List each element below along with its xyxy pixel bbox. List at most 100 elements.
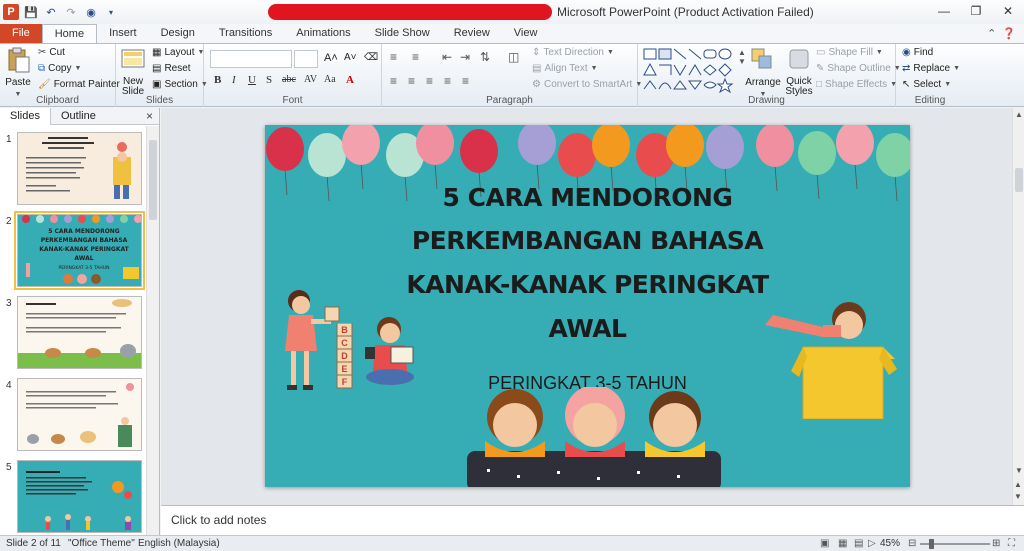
shrink-font-icon[interactable]: A˅ xyxy=(344,52,357,63)
slide-thumbnail[interactable] xyxy=(17,378,142,451)
align-left-icon[interactable]: ≡ xyxy=(390,74,397,88)
text-direction-button[interactable]: ⇕ Text Direction ▼ xyxy=(532,47,614,58)
fit-slide-icon[interactable]: ⛶ xyxy=(1008,538,1015,549)
previous-slide-icon[interactable]: ▲ xyxy=(1014,480,1022,489)
character-spacing-icon[interactable]: AV xyxy=(304,74,317,85)
minimize-ribbon-icon[interactable]: ⌃ xyxy=(987,27,996,40)
tab-slide-show[interactable]: Slide Show xyxy=(363,24,442,43)
undo-icon[interactable]: ↶ xyxy=(43,4,59,20)
change-case-icon[interactable]: Aa xyxy=(324,74,336,85)
next-slide-icon[interactable]: ▼ xyxy=(1014,492,1022,501)
three-kids-illustration[interactable] xyxy=(457,387,727,487)
powerpoint-app-icon[interactable]: P xyxy=(3,4,19,20)
thumbnail-row[interactable]: 4 xyxy=(0,378,145,454)
grow-font-icon[interactable]: A˄ xyxy=(324,52,338,64)
shape-effects-button[interactable]: □ Shape Effects ▼ xyxy=(816,79,897,90)
tab-insert[interactable]: Insert xyxy=(97,24,149,43)
section-button[interactable]: ▣ Section ▼ xyxy=(152,79,208,90)
thumbnail-scrollbar[interactable] xyxy=(146,126,159,535)
close-pane-icon[interactable]: × xyxy=(146,109,153,123)
zoom-out-icon[interactable]: ⊟ xyxy=(908,538,916,549)
save-icon[interactable]: 💾 xyxy=(23,4,39,20)
thumbnail-row[interactable]: 5 xyxy=(0,460,145,535)
align-right-icon[interactable]: ≡ xyxy=(426,74,433,88)
decrease-indent-icon[interactable]: ⇤ xyxy=(442,50,452,64)
current-slide[interactable]: 5 CARA MENDORONG PERKEMBANGAN BAHASA KAN… xyxy=(265,125,910,487)
scrollbar-thumb[interactable] xyxy=(1015,168,1023,192)
clear-formatting-icon[interactable]: ⌫ xyxy=(364,52,378,63)
scrollbar-thumb[interactable] xyxy=(149,140,157,220)
arrange-button[interactable]: Arrange ▼ xyxy=(745,46,781,98)
shape-fill-button[interactable]: ▭ Shape Fill ▼ xyxy=(816,47,883,58)
notes-placeholder[interactable]: Click to add notes xyxy=(171,513,266,527)
zoom-slider-handle[interactable] xyxy=(929,539,934,549)
zoom-in-icon[interactable]: ⊞ xyxy=(992,538,1000,549)
scroll-up-icon[interactable]: ▲ xyxy=(1015,110,1023,119)
tab-slides-pane[interactable]: Slides xyxy=(0,107,51,125)
tab-view[interactable]: View xyxy=(502,24,550,43)
line-spacing-icon[interactable]: ⇅ xyxy=(480,50,490,64)
new-slide-button[interactable]: New Slide xyxy=(119,46,147,97)
maximize-icon[interactable]: ❐ xyxy=(960,0,992,22)
thumbnail-row[interactable]: 1 xyxy=(0,132,145,208)
replace-button[interactable]: ⇄ Replace ▼ xyxy=(902,63,960,74)
shapes-more-icon[interactable]: ▲ ▼ xyxy=(738,48,746,66)
font-size-input[interactable] xyxy=(294,50,318,68)
format-painter-button[interactable]: 🖌 Format Painter xyxy=(38,79,120,90)
notes-pane[interactable]: Click to add notes xyxy=(161,505,1024,535)
thumbnail-row[interactable]: 3 xyxy=(0,296,145,372)
slide-title-line-3[interactable]: KANAK-KANAK PERINGKAT xyxy=(265,270,910,299)
slide-sorter-icon[interactable]: ▦ xyxy=(838,538,847,549)
reading-view-icon[interactable]: ▤ xyxy=(854,538,863,549)
help-icon[interactable]: ❓ xyxy=(1002,27,1016,40)
shadow-icon[interactable]: S xyxy=(266,74,272,86)
slide-title-line-1[interactable]: 5 CARA MENDORONG xyxy=(265,183,910,212)
underline-icon[interactable]: U xyxy=(248,74,256,86)
paste-button[interactable]: Paste ▼ xyxy=(4,46,32,98)
normal-view-icon[interactable]: ▣ xyxy=(820,538,829,549)
slide-thumbnail[interactable] xyxy=(17,460,142,533)
slide-thumbnail[interactable] xyxy=(17,296,142,369)
editor-scrollbar[interactable]: ▲ ▼ ▲ ▼ xyxy=(1012,108,1024,505)
strikethrough-icon[interactable]: abc xyxy=(282,74,296,85)
slide-thumbnail[interactable] xyxy=(17,132,142,205)
scroll-down-icon[interactable]: ▼ xyxy=(1015,466,1023,475)
distributed-icon[interactable]: ≡ xyxy=(462,74,469,88)
shape-outline-button[interactable]: ✎ Shape Outline ▼ xyxy=(816,63,901,74)
slide-title-line-2[interactable]: PERKEMBANGAN BAHASA xyxy=(265,226,910,255)
language[interactable]: English (Malaysia) xyxy=(138,538,220,549)
increase-indent-icon[interactable]: ⇥ xyxy=(460,50,470,64)
italic-icon[interactable]: I xyxy=(232,74,236,86)
tab-review[interactable]: Review xyxy=(442,24,502,43)
columns-icon[interactable]: ◫ xyxy=(508,50,519,64)
tab-animations[interactable]: Animations xyxy=(284,24,362,43)
copy-button[interactable]: ⧉ Copy ▼ xyxy=(38,63,81,74)
align-center-icon[interactable]: ≡ xyxy=(408,74,415,88)
zoom-level[interactable]: 45% xyxy=(880,538,900,549)
shapes-gallery[interactable] xyxy=(642,47,736,93)
tab-home[interactable]: Home xyxy=(41,24,98,43)
reset-button[interactable]: ▤ Reset xyxy=(152,63,191,74)
bullets-icon[interactable]: ≡ xyxy=(390,50,397,64)
convert-smartart-button[interactable]: ⚙ Convert to SmartArt ▼ xyxy=(532,79,642,90)
layout-button[interactable]: ▦ Layout ▼ xyxy=(152,47,204,58)
tab-file[interactable]: File xyxy=(0,24,42,43)
tab-outline-pane[interactable]: Outline xyxy=(51,108,106,125)
find-button[interactable]: ◉ Find xyxy=(902,47,933,58)
thumbnail-row[interactable]: 2 5 CARA MENDORONG PERKEMBANGAN BAHASA K… xyxy=(0,211,145,290)
numbering-icon[interactable]: ≡ xyxy=(412,50,419,64)
start-from-beginning-icon[interactable]: ◉ xyxy=(83,4,99,20)
quick-styles-button[interactable]: Quick Styles xyxy=(782,46,816,97)
tab-design[interactable]: Design xyxy=(149,24,207,43)
tab-transitions[interactable]: Transitions xyxy=(207,24,284,43)
close-icon[interactable]: ✕ xyxy=(992,0,1024,22)
redo-icon[interactable]: ↷ xyxy=(63,4,79,20)
theme-name[interactable]: "Office Theme" xyxy=(68,538,135,549)
justify-icon[interactable]: ≡ xyxy=(444,74,451,88)
customize-qat-icon[interactable]: ▾ xyxy=(103,4,119,20)
font-color-icon[interactable]: A xyxy=(346,74,354,86)
align-text-button[interactable]: ▤ Align Text ▼ xyxy=(532,63,598,74)
font-family-input[interactable] xyxy=(210,50,292,68)
slide-thumbnail-selected[interactable]: 5 CARA MENDORONG PERKEMBANGAN BAHASA KAN… xyxy=(14,211,145,290)
minimize-icon[interactable]: — xyxy=(928,0,960,22)
